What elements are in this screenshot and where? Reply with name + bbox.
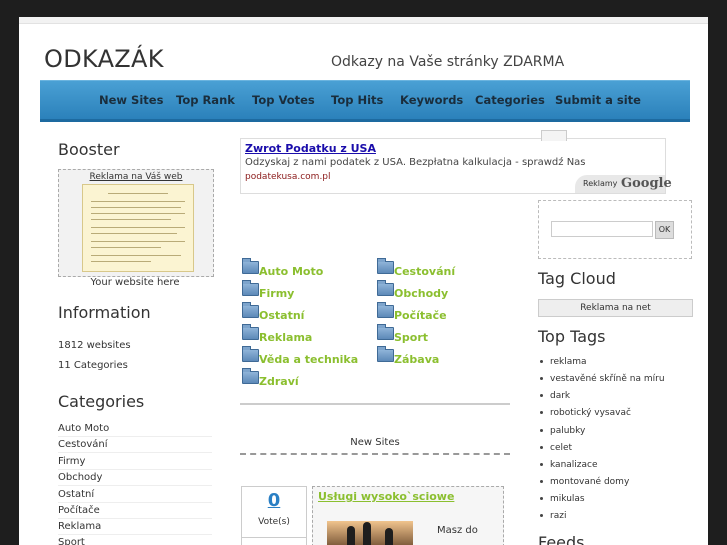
- tag-item[interactable]: reklama: [540, 357, 587, 367]
- ad-url[interactable]: podatekusa.com.pl: [245, 172, 331, 182]
- folder-icon: [242, 302, 259, 318]
- dir-zabava[interactable]: Zábava: [394, 353, 439, 366]
- folder-icon: [242, 324, 259, 340]
- dir-sport[interactable]: Sport: [394, 331, 428, 344]
- search-input[interactable]: [551, 221, 653, 237]
- tag-cloud-link[interactable]: Reklama na net: [538, 299, 693, 317]
- top-tags-heading: Top Tags: [538, 327, 606, 346]
- category-reklama[interactable]: Reklama: [58, 521, 212, 535]
- tag-item[interactable]: robotický vysavač: [540, 408, 631, 418]
- dir-auto-moto[interactable]: Auto Moto: [259, 265, 323, 278]
- category-pocitace[interactable]: Počítače: [58, 505, 212, 519]
- tag-item[interactable]: dark: [540, 391, 570, 401]
- dir-ostatni[interactable]: Ostatní: [259, 309, 304, 322]
- websites-count: 1812 websites: [58, 340, 131, 351]
- nav-submit-site[interactable]: Submit a site: [555, 93, 641, 107]
- search-button[interactable]: OK: [655, 221, 674, 239]
- booster-image[interactable]: [82, 184, 194, 272]
- vote-separator: [242, 537, 306, 538]
- site-entry-title[interactable]: Usługi wysoko`sciowe: [318, 490, 454, 503]
- search-box: OK: [538, 200, 692, 259]
- nav-top-votes[interactable]: Top Votes: [252, 93, 315, 107]
- nav-top-rank[interactable]: Top Rank: [176, 93, 235, 107]
- folder-icon: [377, 258, 394, 274]
- folder-icon: [377, 324, 394, 340]
- divider: [240, 453, 510, 455]
- category-firmy[interactable]: Firmy: [58, 456, 212, 470]
- categories-heading: Categories: [58, 392, 145, 411]
- folder-icon: [242, 368, 259, 384]
- folder-icon: [242, 346, 259, 362]
- folder-icon: [242, 258, 259, 274]
- tag-item[interactable]: mikulas: [540, 494, 585, 504]
- tag-item[interactable]: razi: [540, 511, 566, 521]
- feeds-heading: Feeds: [538, 533, 585, 545]
- folder-icon: [242, 280, 259, 296]
- booster-box: Reklama na Váš web: [58, 169, 214, 277]
- site-entry: Usługi wysoko`sciowe Masz do: [312, 486, 504, 545]
- dir-cestovani[interactable]: Cestování: [394, 265, 455, 278]
- tag-item[interactable]: kanalizace: [540, 460, 598, 470]
- tag-item[interactable]: montované domy: [540, 477, 629, 487]
- nav-keywords[interactable]: Keywords: [400, 93, 463, 107]
- booster-heading: Booster: [58, 140, 120, 159]
- ads-by-google-badge[interactable]: Reklamy Google: [575, 175, 672, 193]
- ad-text: Odzyskaj z nami podatek z USA. Bezpłatna…: [245, 157, 586, 168]
- tag-cloud-heading: Tag Cloud: [538, 269, 616, 288]
- dir-zdravi[interactable]: Zdraví: [259, 375, 299, 388]
- top-band: [19, 17, 708, 24]
- main-nav: New Sites Top Rank Top Votes Top Hits Ke…: [40, 80, 690, 122]
- nav-top-hits[interactable]: Top Hits: [331, 93, 383, 107]
- category-obchody[interactable]: Obchody: [58, 472, 212, 486]
- booster-link[interactable]: Reklama na Váš web: [59, 172, 213, 182]
- site-entry-text: Masz do: [437, 525, 478, 536]
- ad-badge-label: Reklamy: [583, 179, 618, 188]
- site-tagline: Odkazy na Vaše stránky ZDARMA: [331, 54, 565, 70]
- dir-firmy[interactable]: Firmy: [259, 287, 294, 300]
- categories-count: 11 Categories: [58, 360, 128, 371]
- category-auto-moto[interactable]: Auto Moto: [58, 423, 212, 437]
- folder-icon: [377, 346, 394, 362]
- category-sport[interactable]: Sport: [58, 537, 212, 545]
- nav-new-sites[interactable]: New Sites: [99, 93, 163, 107]
- google-logo: Google: [621, 176, 672, 191]
- divider: [240, 403, 510, 405]
- folder-icon: [377, 280, 394, 296]
- dir-pocitace[interactable]: Počítače: [394, 309, 447, 322]
- page: ODKAZÁK Odkazy na Vaše stránky ZDARMA Ne…: [19, 17, 708, 545]
- nav-categories[interactable]: Categories: [475, 93, 545, 107]
- booster-caption: Your website here: [90, 277, 180, 288]
- tag-item[interactable]: palubky: [540, 426, 585, 436]
- dir-veda-a-technika[interactable]: Věda a technika: [259, 353, 358, 366]
- sidebar-tab[interactable]: [541, 130, 567, 141]
- tag-item[interactable]: vestavěné skříně na míru: [540, 374, 665, 384]
- category-cestovani[interactable]: Cestování: [58, 439, 212, 453]
- google-ad: Zwrot Podatku z USA Odzyskaj z nami poda…: [240, 138, 672, 194]
- dir-obchody[interactable]: Obchody: [394, 287, 448, 300]
- category-ostatni[interactable]: Ostatní: [58, 489, 212, 503]
- vote-box: 0 Vote(s): [241, 486, 307, 545]
- vote-count[interactable]: 0: [242, 490, 306, 511]
- site-thumbnail[interactable]: [327, 521, 413, 545]
- new-sites-heading: New Sites: [350, 437, 400, 448]
- information-heading: Information: [58, 303, 151, 322]
- ad-title[interactable]: Zwrot Podatku z USA: [245, 142, 376, 155]
- site-title[interactable]: ODKAZÁK: [44, 45, 164, 73]
- tag-item[interactable]: celet: [540, 443, 572, 453]
- vote-label: Vote(s): [258, 517, 290, 527]
- dir-reklama[interactable]: Reklama: [259, 331, 312, 344]
- folder-icon: [377, 302, 394, 318]
